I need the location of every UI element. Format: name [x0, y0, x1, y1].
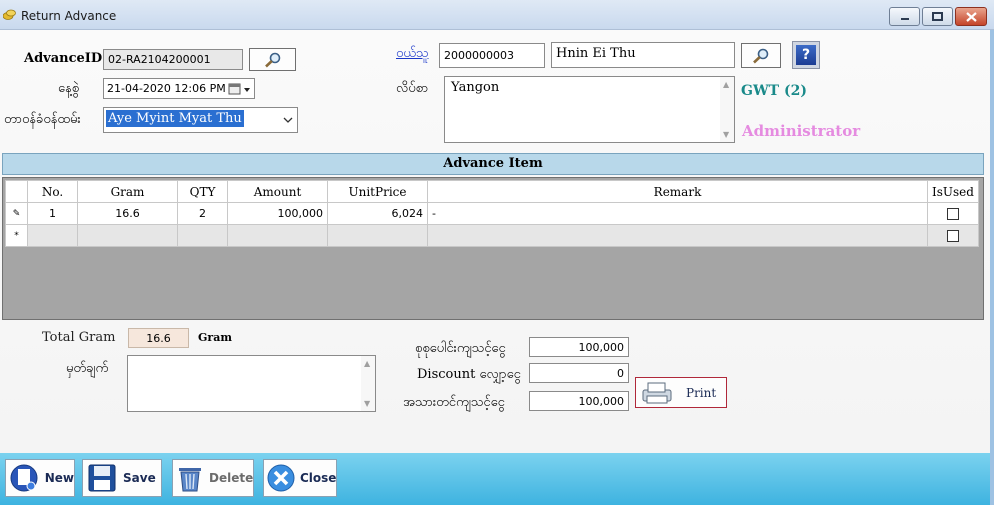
customer-name-field[interactable]: Hnin Ei Thu: [551, 42, 735, 68]
new-row[interactable]: *: [5, 224, 979, 247]
new-cell[interactable]: [177, 224, 228, 247]
total-amount-label: စုစုပေါင်းကျသင့်ငွေ: [415, 341, 506, 356]
grid-header-row: No. Gram QTY Amount UnitPrice Remark IsU…: [5, 180, 979, 203]
search-customer-button[interactable]: [741, 43, 781, 68]
cell-remark[interactable]: -: [427, 202, 928, 225]
new-label: New: [44, 471, 74, 485]
cell-gram[interactable]: 16.6: [77, 202, 178, 225]
discount-label: Discount လျှော့ငွေ: [417, 367, 521, 382]
user-label: Administrator: [742, 122, 861, 140]
save-button[interactable]: Save: [82, 459, 162, 497]
new-cell[interactable]: [77, 224, 178, 247]
advance-id-label: AdvanceID:: [24, 51, 107, 66]
address-label: လိပ်စာ: [396, 81, 429, 96]
new-cell-isused[interactable]: [927, 224, 979, 247]
advance-items-grid[interactable]: No. Gram QTY Amount UnitPrice Remark IsU…: [2, 177, 984, 320]
window-edge: [990, 30, 994, 505]
staff-select[interactable]: Aye Myint Myat Thu: [103, 107, 298, 133]
net-amount-field: 100,000: [529, 391, 629, 411]
cell-qty[interactable]: 2: [177, 202, 228, 225]
col-header-unitprice[interactable]: UnitPrice: [327, 180, 428, 203]
col-header-amount[interactable]: Amount: [227, 180, 328, 203]
close-label: Close: [300, 471, 337, 485]
edit-row-icon: ✎: [5, 202, 28, 225]
new-cell[interactable]: [227, 224, 328, 247]
col-header-isused[interactable]: IsUsed: [927, 180, 979, 203]
minimize-icon: [900, 17, 909, 20]
search-icon: [264, 52, 280, 67]
search-icon: [753, 48, 769, 63]
note-field[interactable]: ▲ ▼: [127, 355, 376, 412]
help-icon: ?: [796, 45, 816, 65]
new-icon: [8, 461, 41, 495]
new-isused-checkbox[interactable]: [946, 230, 959, 242]
col-header-remark[interactable]: Remark: [427, 180, 928, 203]
address-field[interactable]: Yangon ▲ ▼: [444, 76, 735, 143]
col-header-qty[interactable]: QTY: [177, 180, 228, 203]
print-button[interactable]: Print: [635, 377, 727, 408]
maximize-icon: [932, 12, 943, 21]
close-button[interactable]: Close: [263, 459, 337, 497]
address-value: Yangon: [451, 80, 500, 95]
delete-label: Delete: [209, 471, 254, 485]
scroll-down-icon[interactable]: ▼: [364, 399, 370, 408]
new-button[interactable]: New: [5, 459, 75, 497]
cell-no[interactable]: 1: [27, 202, 78, 225]
new-cell[interactable]: [427, 224, 928, 247]
printer-icon: [642, 382, 672, 403]
scroll-up-icon[interactable]: ▲: [723, 80, 729, 89]
scroll-up-icon[interactable]: ▲: [364, 359, 370, 368]
note-scrollbar[interactable]: ▲ ▼: [361, 356, 375, 411]
scroll-down-icon[interactable]: ▼: [723, 130, 729, 139]
window-title: Return Advance: [21, 9, 117, 23]
chevron-down-icon: [283, 117, 293, 123]
gram-unit-label: Gram: [198, 331, 232, 344]
customer-label-link[interactable]: ဝယ်သူ: [396, 45, 429, 64]
discount-field[interactable]: 0: [529, 363, 629, 383]
window-close-button[interactable]: [955, 7, 987, 26]
staff-value: Aye Myint Myat Thu: [106, 110, 244, 127]
new-cell[interactable]: [327, 224, 428, 247]
delete-button[interactable]: Delete: [172, 459, 254, 497]
note-label: မှတ်ချက်: [66, 361, 109, 376]
action-toolbar: New Save Delete Close: [0, 453, 990, 505]
date-value: 21-04-2020 12:06 PM: [107, 82, 226, 95]
gwt-label: GWT (2): [741, 83, 807, 99]
close-icon: [965, 11, 977, 22]
total-gram-field: 16.6: [128, 328, 189, 348]
net-amount-label: အသားတင်ကျသင့်ငွေ: [403, 395, 505, 410]
cell-amount[interactable]: 100,000: [227, 202, 328, 225]
total-gram-label: Total Gram: [42, 330, 116, 345]
minimize-button[interactable]: [889, 7, 920, 26]
address-scrollbar[interactable]: ▲ ▼: [720, 77, 734, 142]
maximize-button[interactable]: [922, 7, 953, 26]
advance-item-header: Advance Item: [2, 153, 984, 175]
new-cell[interactable]: [27, 224, 78, 247]
app-icon: [3, 9, 16, 20]
help-button[interactable]: ?: [792, 41, 820, 69]
trash-icon: [175, 461, 205, 495]
cell-unitprice[interactable]: 6,024: [327, 202, 428, 225]
total-amount-field: 100,000: [529, 337, 629, 357]
date-picker[interactable]: 21-04-2020 12:06 PM: [103, 78, 255, 99]
date-label: နေ့စွဲ: [58, 81, 80, 96]
calendar-icon[interactable]: [228, 82, 252, 96]
save-label: Save: [123, 471, 156, 485]
search-advance-button[interactable]: [249, 48, 296, 71]
title-bar: Return Advance: [0, 0, 994, 30]
staff-label: တာဝန်ခံဝန်ထမ်း: [4, 112, 81, 127]
cell-isused[interactable]: [927, 202, 979, 225]
print-label: Print: [686, 385, 717, 400]
new-row-marker: *: [5, 224, 28, 247]
save-icon: [85, 461, 119, 495]
advance-id-field[interactable]: 02-RA2104200001: [103, 49, 243, 70]
row-header-corner: [5, 180, 28, 203]
close-circle-icon: [266, 461, 296, 495]
customer-code-field[interactable]: 2000000003: [439, 43, 545, 68]
isused-checkbox[interactable]: [946, 208, 959, 220]
col-header-gram[interactable]: Gram: [77, 180, 178, 203]
col-header-no[interactable]: No.: [27, 180, 78, 203]
table-row[interactable]: ✎ 1 16.6 2 100,000 6,024 -: [5, 202, 979, 225]
